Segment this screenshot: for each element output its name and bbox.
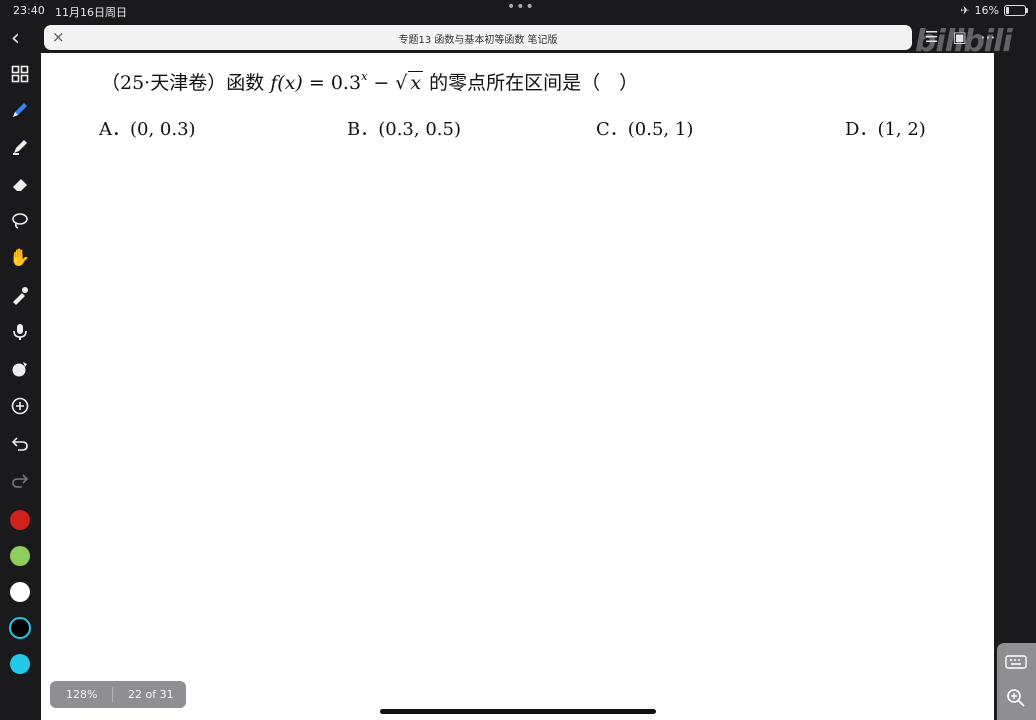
microphone-icon[interactable]	[8, 320, 32, 344]
status-right: ✈ 16%	[960, 4, 1028, 17]
choice-letter: C．	[596, 119, 628, 140]
airplane-icon: ✈	[960, 4, 970, 17]
laser-pointer-icon[interactable]	[8, 283, 32, 307]
battery-percent: 16%	[974, 4, 999, 17]
more-options-icon[interactable]: ⋯	[981, 28, 996, 46]
status-time: 23:40	[13, 4, 45, 17]
battery-fill	[1006, 7, 1009, 14]
back-arrow-icon[interactable]: ‹	[11, 26, 20, 51]
page-view-icon[interactable]: ▣	[952, 28, 966, 46]
choice-letter: D．	[845, 119, 878, 140]
undo-icon[interactable]	[8, 431, 32, 455]
lasso-icon[interactable]	[8, 209, 32, 233]
document-page: （25·天津卷）函数 f(x) = 0.3x − √ x 的零点所在区间是（ ） …	[41, 53, 994, 720]
keyboard-icon[interactable]	[1005, 651, 1027, 673]
color-swatch-red[interactable]	[10, 510, 30, 530]
function-name: f(x)	[270, 72, 303, 94]
color-swatch-white[interactable]	[10, 582, 30, 602]
choice-letter: B．	[347, 119, 379, 140]
color-swatch-green[interactable]	[10, 546, 30, 566]
redo-icon[interactable]	[8, 468, 32, 492]
zoom-level: 128%	[66, 688, 98, 701]
choice-value: (1, 2)	[877, 119, 926, 140]
eraser-icon[interactable]	[8, 172, 32, 196]
choice-letter: A．	[99, 119, 130, 140]
color-swatch-cyan[interactable]	[10, 654, 30, 674]
equation-base: = 0.3	[302, 72, 362, 94]
choice-value: (0, 0.3)	[130, 119, 196, 140]
document-title: 专题13 函数与基本初等函数 笔记版	[398, 35, 558, 46]
right-bottom-panel	[997, 643, 1036, 720]
status-bar: 23:40 11月16日周日 ••• ✈ 16%	[0, 0, 1036, 22]
zoom-in-icon[interactable]	[1005, 687, 1027, 709]
choice-value: (0.5, 1)	[627, 119, 694, 140]
hand-tool-icon[interactable]: ✋	[8, 246, 32, 270]
shape-tool-icon[interactable]	[8, 357, 32, 381]
minus-sign: −	[367, 72, 396, 94]
choice-value: (0.3, 0.5)	[378, 119, 461, 140]
choice-b: B．(0.3, 0.5)	[347, 115, 461, 141]
page-indicator[interactable]: 128% 22 of 31	[50, 681, 186, 708]
pen-tool-icon[interactable]	[8, 98, 32, 122]
sqrt-sign: √	[395, 72, 408, 94]
indicator-divider	[112, 687, 113, 702]
radicand: x	[408, 71, 424, 94]
outline-list-icon[interactable]: ☰	[925, 28, 938, 46]
battery-icon	[1004, 5, 1028, 16]
home-indicator[interactable]	[380, 709, 656, 714]
question-text: （25·天津卷）函数 f(x) = 0.3x − √ x 的零点所在区间是（ ）	[101, 68, 638, 95]
choice-d: D．(1, 2)	[845, 115, 926, 141]
document-tab[interactable]: × 专题13 函数与基本初等函数 笔记版	[44, 25, 912, 50]
choice-c: C．(0.5, 1)	[596, 115, 693, 141]
color-swatch-black-selected[interactable]	[9, 617, 31, 639]
left-toolbar: ✋	[0, 58, 40, 720]
multitask-dots-icon[interactable]: •••	[507, 0, 535, 15]
add-circle-icon[interactable]	[8, 394, 32, 418]
top-right-icons: ☰ ▣ ⋯	[925, 28, 996, 46]
thumbnails-grid-icon[interactable]	[8, 62, 32, 86]
status-date: 11月16日周日	[55, 6, 127, 19]
choice-a: A．(0, 0.3)	[99, 115, 196, 141]
highlighter-icon[interactable]	[8, 135, 32, 159]
question-suffix: 的零点所在区间是（ ）	[429, 72, 639, 94]
question-prefix: （25·天津卷）函数	[101, 72, 265, 94]
exponent: x	[361, 69, 368, 83]
page-count: 22 of 31	[128, 688, 174, 701]
